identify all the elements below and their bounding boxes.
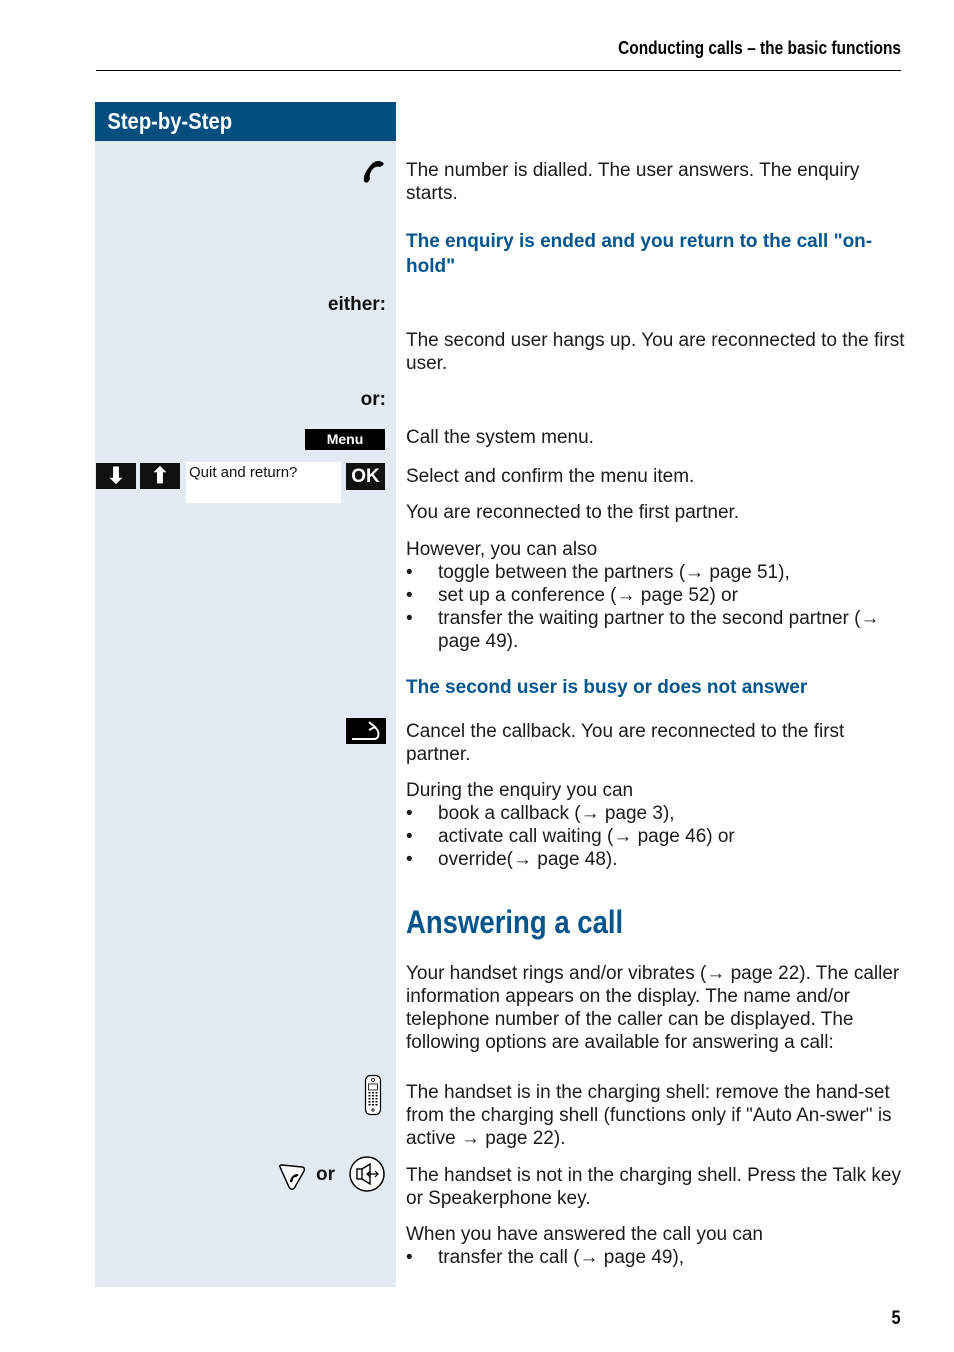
list-item: transfer the waiting partner to the seco… (406, 607, 906, 653)
answer-intro-text: Your handset rings and/or vibrates (→ pa… (406, 963, 900, 1053)
or-label: or: (360, 389, 386, 410)
list-item: book a callback (→ page 3), (406, 802, 906, 825)
during-block: During the enquiry you can book a callba… (406, 779, 906, 871)
header-rule (96, 70, 901, 71)
receiver-icon (363, 161, 384, 183)
however-list: toggle between the partners (→ page 51),… (406, 561, 906, 653)
running-head: Conducting calls – the basic functions (618, 38, 901, 58)
arrow-up-icon: ⬆ (150, 463, 170, 488)
list-item: transfer the call (→ page 49), (406, 1246, 906, 1269)
answered-block: When you have answered the call you can … (406, 1223, 906, 1269)
down-arrow-key[interactable]: ⬇ (96, 463, 136, 489)
however-block: However, you can also toggle between the… (406, 538, 906, 653)
during-intro: During the enquiry you can (406, 780, 634, 801)
charging-shell-text: The handset is in the charging shell: re… (406, 1082, 892, 1149)
cancel-key-icon[interactable] (346, 718, 386, 744)
not-in-shell-text: The handset is not in the charging shell… (406, 1165, 901, 1209)
talk-key-icon[interactable] (277, 1163, 307, 1191)
up-arrow-key[interactable]: ⬆ (140, 463, 180, 489)
select-confirm-text: Select and confirm the menu item. (406, 466, 695, 487)
answered-intro: When you have answered the call you can (406, 1224, 763, 1245)
page-number: 5 (891, 1308, 901, 1329)
or-inline-label: or (316, 1164, 335, 1185)
handset-icon (364, 1074, 382, 1116)
list-item: set up a conference (→ page 52) or (406, 584, 906, 607)
cancel-callback-text: Cancel the callback. You are reconnected… (406, 721, 845, 765)
call-menu-text: Call the system menu. (406, 427, 594, 448)
section-title: Answering a call (406, 904, 624, 940)
list-item: override(→ page 48). (406, 848, 906, 871)
either-label: either: (327, 294, 386, 315)
menu-key[interactable]: Menu (305, 429, 385, 450)
reconnected-text: You are reconnected to the first partner… (406, 502, 740, 523)
however-intro: However, you can also (406, 539, 598, 560)
heading-busy: The second user is busy or does not answ… (406, 677, 808, 698)
step-by-step-sidebar (95, 102, 396, 1287)
ok-key[interactable]: OK (346, 463, 385, 490)
list-item: activate call waiting (→ page 46) or (406, 825, 906, 848)
dial-text: The number is dialled. The user answers.… (406, 160, 860, 204)
arrow-down-icon: ⬇ (106, 463, 126, 488)
speakerphone-key-icon[interactable] (348, 1155, 386, 1193)
sidebar-title: Step-by-Step (95, 102, 396, 141)
hangup-text: The second user hangs up. You are reconn… (406, 330, 905, 374)
display-menu-item[interactable]: Quit and return? (186, 462, 341, 503)
list-item: toggle between the partners (→ page 51), (406, 561, 906, 584)
answered-list: transfer the call (→ page 49), (406, 1246, 906, 1269)
during-list: book a callback (→ page 3), activate cal… (406, 802, 906, 871)
heading-return-on-hold: The enquiry is ended and you return to t… (406, 231, 873, 277)
